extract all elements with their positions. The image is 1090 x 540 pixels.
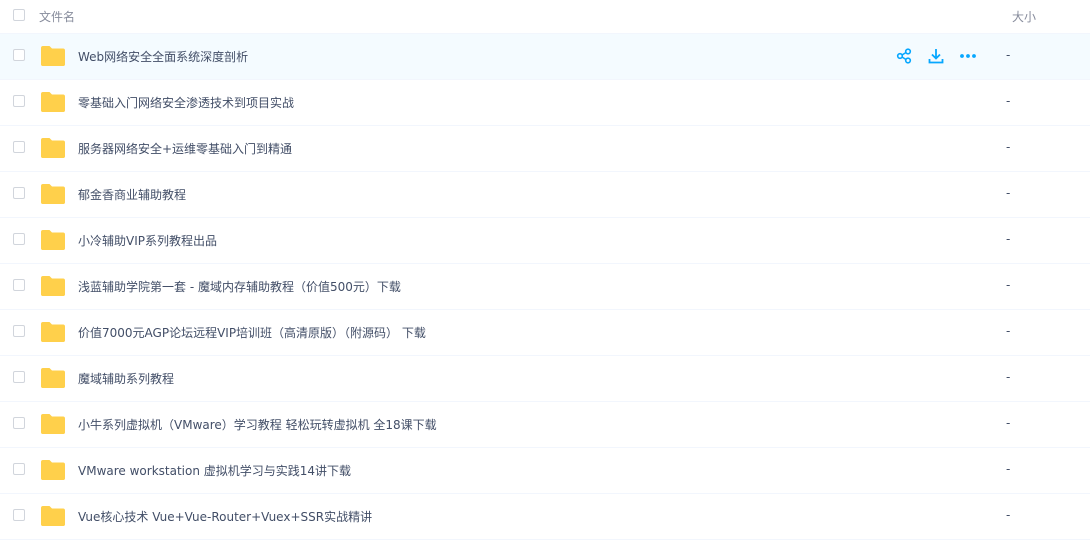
share-icon[interactable] — [894, 46, 914, 66]
file-row[interactable]: 价值7000元AGP论坛远程VIP培训班（高清原版）（附源码） 下载 - — [0, 310, 1090, 356]
file-row[interactable]: 小冷辅助VIP系列教程出品 - — [0, 218, 1090, 264]
folder-icon[interactable] — [40, 505, 66, 527]
file-list: Web网络安全全面系统深度剖析 - 零基础入门网络安全渗透技术到项目实战 - 服务器网络… — [0, 34, 1090, 540]
row-checkbox[interactable] — [13, 233, 25, 245]
row-actions — [894, 46, 978, 66]
folder-icon[interactable] — [40, 45, 66, 67]
file-row[interactable]: 服务器网络安全+运维零基础入门到精通 - — [0, 126, 1090, 172]
file-size: - — [1006, 278, 1011, 292]
row-checkbox[interactable] — [13, 279, 25, 291]
folder-icon[interactable] — [40, 91, 66, 113]
file-list-header: 文件名 大小 — [0, 0, 1090, 34]
file-name[interactable]: Web网络安全全面系统深度剖析 — [78, 48, 248, 65]
file-row[interactable]: Web网络安全全面系统深度剖析 - — [0, 34, 1090, 80]
row-checkbox[interactable] — [13, 325, 25, 337]
file-size: - — [1006, 508, 1011, 522]
file-name[interactable]: 小牛系列虚拟机（VMware）学习教程 轻松玩转虚拟机 全18课下载 — [78, 416, 437, 433]
column-header-size[interactable]: 大小 — [1012, 8, 1036, 25]
file-row[interactable]: 零基础入门网络安全渗透技术到项目实战 - — [0, 80, 1090, 126]
row-checkbox[interactable] — [13, 509, 25, 521]
select-all-checkbox[interactable] — [13, 9, 25, 21]
file-row[interactable]: 郁金香商业辅助教程 - — [0, 172, 1090, 218]
file-name[interactable]: 零基础入门网络安全渗透技术到项目实战 — [78, 94, 294, 111]
row-checkbox[interactable] — [13, 95, 25, 107]
folder-icon[interactable] — [40, 321, 66, 343]
file-name[interactable]: VMware workstation 虚拟机学习与实践14讲下载 — [78, 462, 351, 479]
folder-icon[interactable] — [40, 137, 66, 159]
row-checkbox[interactable] — [13, 463, 25, 475]
file-size: - — [1006, 462, 1011, 476]
file-name[interactable]: 服务器网络安全+运维零基础入门到精通 — [78, 140, 292, 157]
file-size: - — [1006, 232, 1011, 246]
file-size: - — [1006, 324, 1011, 338]
file-name[interactable]: 郁金香商业辅助教程 — [78, 186, 186, 203]
column-header-name[interactable]: 文件名 — [39, 8, 75, 25]
file-size: - — [1006, 94, 1011, 108]
file-row[interactable]: Vue核心技术 Vue+Vue-Router+Vuex+SSR实战精讲 - — [0, 494, 1090, 540]
file-name[interactable]: 小冷辅助VIP系列教程出品 — [78, 232, 217, 249]
file-size: - — [1006, 48, 1011, 62]
folder-icon[interactable] — [40, 459, 66, 481]
folder-icon[interactable] — [40, 229, 66, 251]
row-checkbox[interactable] — [13, 49, 25, 61]
download-icon[interactable] — [926, 46, 946, 66]
file-row[interactable]: 魔域辅助系列教程 - — [0, 356, 1090, 402]
file-row[interactable]: 小牛系列虚拟机（VMware）学习教程 轻松玩转虚拟机 全18课下载 - — [0, 402, 1090, 448]
file-row[interactable]: 浅蓝辅助学院第一套 - 魔域内存辅助教程（价值500元）下载 - — [0, 264, 1090, 310]
row-checkbox[interactable] — [13, 187, 25, 199]
folder-icon[interactable] — [40, 183, 66, 205]
file-row[interactable]: VMware workstation 虚拟机学习与实践14讲下载 - — [0, 448, 1090, 494]
folder-icon[interactable] — [40, 367, 66, 389]
more-icon[interactable] — [958, 46, 978, 66]
file-name[interactable]: 价值7000元AGP论坛远程VIP培训班（高清原版）（附源码） 下载 — [78, 324, 426, 341]
file-name[interactable]: 魔域辅助系列教程 — [78, 370, 174, 387]
file-name[interactable]: 浅蓝辅助学院第一套 - 魔域内存辅助教程（价值500元）下载 — [78, 278, 401, 295]
file-size: - — [1006, 140, 1011, 154]
file-name[interactable]: Vue核心技术 Vue+Vue-Router+Vuex+SSR实战精讲 — [78, 508, 372, 525]
row-checkbox[interactable] — [13, 371, 25, 383]
file-size: - — [1006, 370, 1011, 384]
file-size: - — [1006, 416, 1011, 430]
folder-icon[interactable] — [40, 413, 66, 435]
file-size: - — [1006, 186, 1011, 200]
folder-icon[interactable] — [40, 275, 66, 297]
row-checkbox[interactable] — [13, 417, 25, 429]
row-checkbox[interactable] — [13, 141, 25, 153]
